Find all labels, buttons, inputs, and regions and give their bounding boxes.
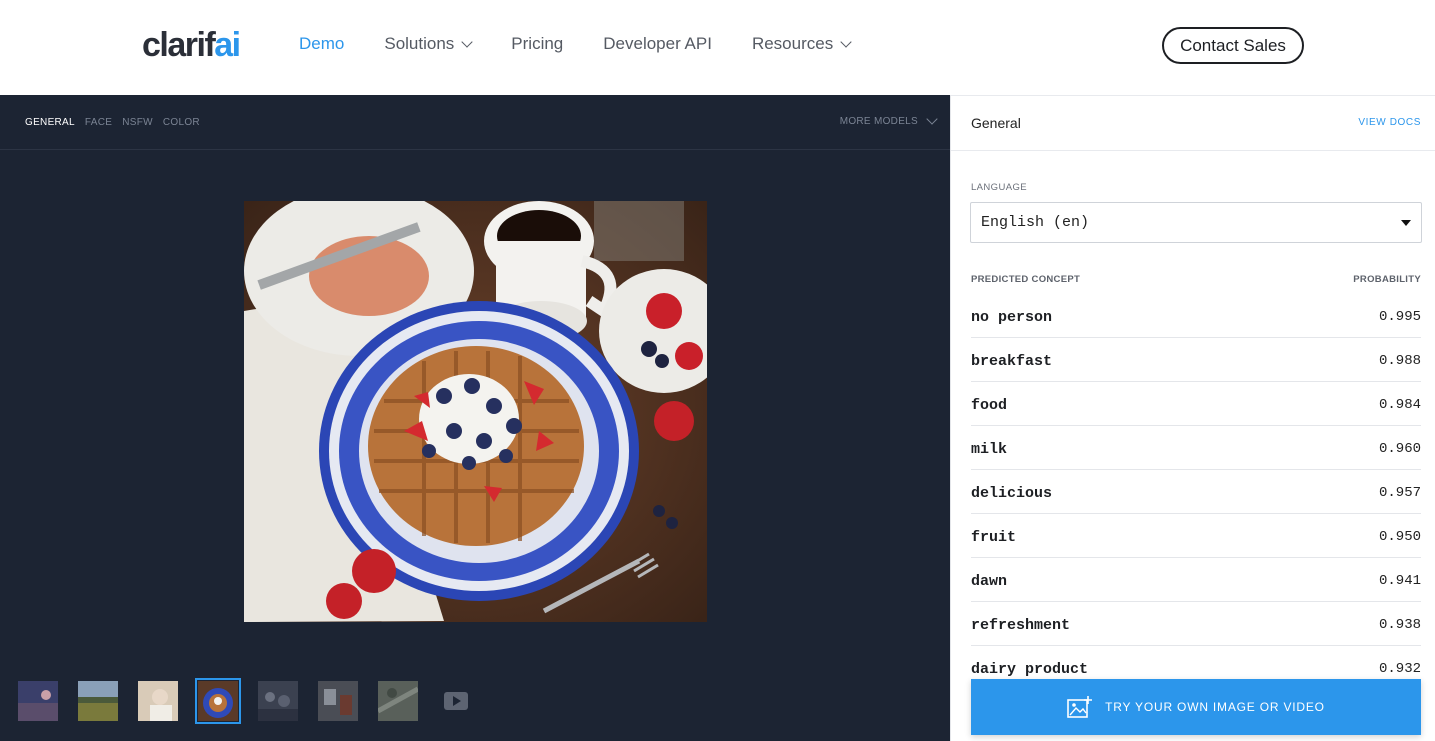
nav-developer-api[interactable]: Developer API (603, 34, 712, 54)
concept-row: delicious 0.957 (971, 470, 1421, 514)
thumbnail-crowd[interactable] (258, 681, 298, 721)
video-play-icon[interactable] (444, 692, 468, 710)
concept-name: fruit (971, 528, 1017, 546)
try-own-image-button[interactable]: TRY YOUR OWN IMAGE OR VIDEO (971, 679, 1421, 735)
concept-table-header: PREDICTED CONCEPT PROBABILITY (971, 274, 1421, 285)
chevron-down-icon (926, 113, 938, 125)
thumbnail-woman[interactable] (138, 681, 178, 721)
concept-name: delicious (971, 484, 1053, 502)
concept-probability: 0.941 (1378, 573, 1421, 589)
nav-pricing[interactable]: Pricing (511, 34, 563, 54)
concept-name: refreshment (971, 616, 1071, 634)
model-bar: GENERAL FACE NSFW COLOR MORE MODELS (0, 95, 950, 150)
view-docs-link[interactable]: VIEW DOCS (1358, 117, 1421, 128)
nav-resources[interactable]: Resources (752, 34, 852, 54)
results-panel: General VIEW DOCS LANGUAGE English (en) … (950, 95, 1435, 741)
concept-name: no person (971, 308, 1053, 326)
concept-row: food 0.984 (971, 382, 1421, 426)
language-label: LANGUAGE (971, 182, 1027, 193)
concept-probability: 0.960 (1378, 441, 1421, 457)
add-image-icon (1067, 695, 1093, 719)
concept-probability: 0.957 (1378, 485, 1421, 501)
predicted-concept-header: PREDICTED CONCEPT (971, 274, 1081, 285)
concept-probability: 0.984 (1378, 397, 1421, 413)
concept-row: fruit 0.950 (971, 514, 1421, 558)
model-tabs: GENERAL FACE NSFW COLOR (25, 117, 210, 128)
concept-probability: 0.988 (1378, 353, 1421, 369)
contact-sales-button[interactable]: Contact Sales (1162, 27, 1304, 64)
analyzed-image (244, 201, 707, 622)
caret-down-icon (1401, 220, 1411, 226)
concept-probability: 0.938 (1378, 617, 1421, 633)
chevron-down-icon (840, 35, 852, 48)
concept-name: milk (971, 440, 1008, 458)
nav-solutions[interactable]: Solutions (384, 34, 473, 54)
image-viewer: GENERAL FACE NSFW COLOR MORE MODELS (0, 95, 950, 741)
thumbnail-field[interactable] (78, 681, 118, 721)
model-title: General (971, 115, 1021, 131)
concept-name: dawn (971, 572, 1008, 590)
tab-color[interactable]: COLOR (163, 117, 200, 128)
concept-probability: 0.995 (1378, 309, 1421, 325)
concept-row: milk 0.960 (971, 426, 1421, 470)
concept-row: refreshment 0.938 (971, 602, 1421, 646)
tab-general[interactable]: GENERAL (25, 117, 75, 128)
concept-probability: 0.932 (1378, 661, 1421, 677)
tab-nsfw[interactable]: NSFW (122, 117, 153, 128)
nav-demo[interactable]: Demo (299, 34, 344, 54)
concept-row: dawn 0.941 (971, 558, 1421, 602)
language-select[interactable]: English (en) (970, 202, 1422, 243)
thumbnail-aerial[interactable] (378, 681, 418, 721)
concept-row: no person 0.995 (971, 294, 1421, 338)
concept-row: breakfast 0.988 (971, 338, 1421, 382)
probability-header: PROBABILITY (1353, 274, 1421, 285)
concept-list: no person 0.995 breakfast 0.988 food 0.984 … (971, 294, 1421, 690)
waffle-breakfast-image (244, 201, 707, 622)
top-nav: clarifai Demo Solutions Pricing Develope… (0, 0, 1435, 95)
clarifai-logo[interactable]: clarifai (142, 26, 241, 65)
concept-probability: 0.950 (1378, 529, 1421, 545)
thumbnail-waffle[interactable] (195, 678, 241, 724)
thumbnail-interior[interactable] (318, 681, 358, 721)
chevron-down-icon (461, 35, 473, 48)
concept-name: dairy product (971, 660, 1089, 678)
main-nav: Demo Solutions Pricing Developer API Res… (299, 34, 890, 54)
thumbnail-sunset-boat[interactable] (18, 681, 58, 721)
results-header: General VIEW DOCS (951, 95, 1435, 151)
tab-face[interactable]: FACE (85, 117, 112, 128)
more-models-dropdown[interactable]: MORE MODELS (840, 113, 938, 127)
concept-name: breakfast (971, 352, 1053, 370)
sample-thumbnails (18, 678, 468, 724)
concept-name: food (971, 396, 1008, 414)
